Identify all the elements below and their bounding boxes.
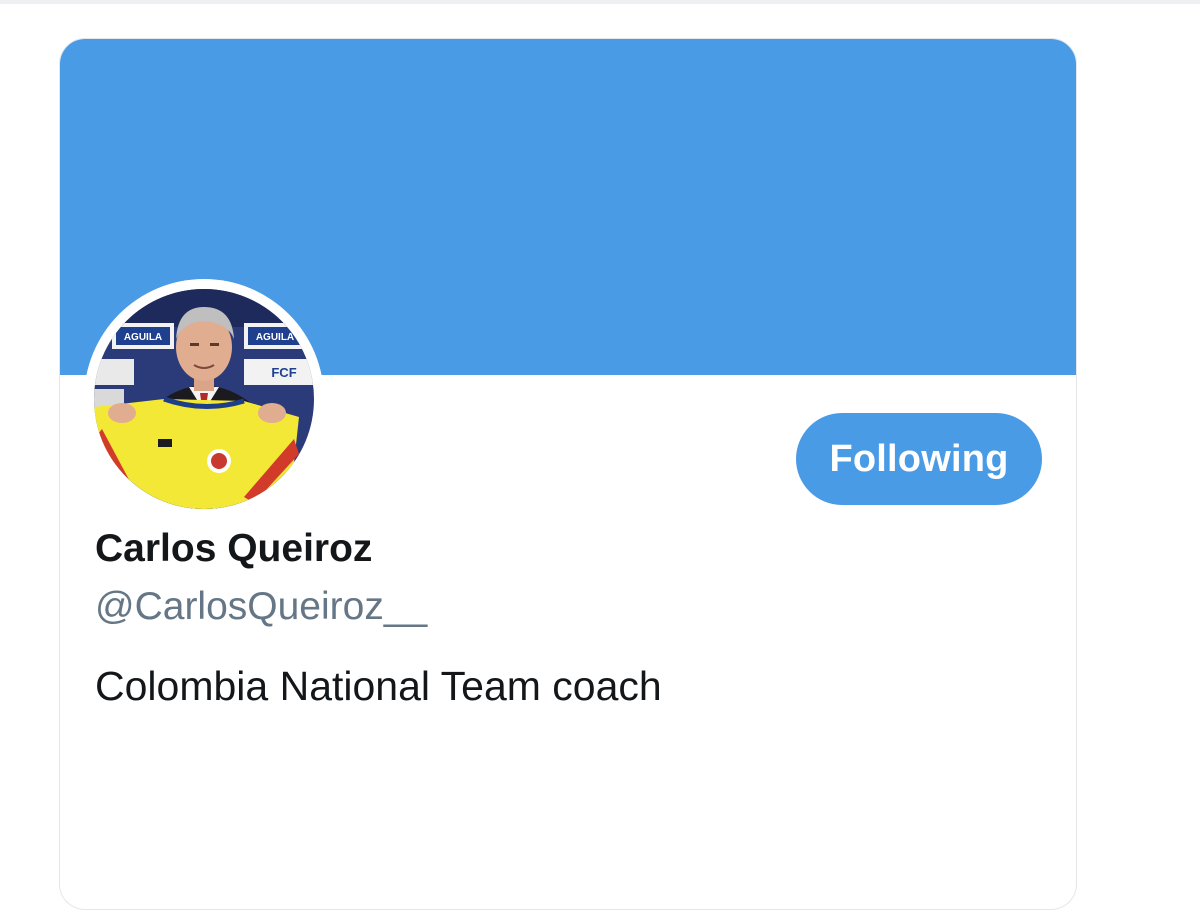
user-handle[interactable]: @CarlosQueiroz__: [95, 585, 427, 629]
following-button[interactable]: Following: [796, 413, 1042, 505]
top-divider-strip: [0, 0, 1200, 4]
avatar-frame: AGUILA AGUILA FCF: [84, 279, 324, 519]
board-text: AGUILA: [256, 332, 294, 343]
avatar-photo: AGUILA AGUILA FCF: [94, 289, 314, 509]
avatar[interactable]: AGUILA AGUILA FCF: [94, 289, 314, 509]
profile-bio: Colombia National Team coach: [95, 663, 662, 709]
profile-card: AGUILA AGUILA FCF Following Carlos Queir…: [59, 38, 1077, 910]
board-text: FCF: [271, 365, 296, 380]
display-name[interactable]: Carlos Queiroz: [95, 527, 372, 571]
board-text: AGUILA: [124, 332, 162, 343]
